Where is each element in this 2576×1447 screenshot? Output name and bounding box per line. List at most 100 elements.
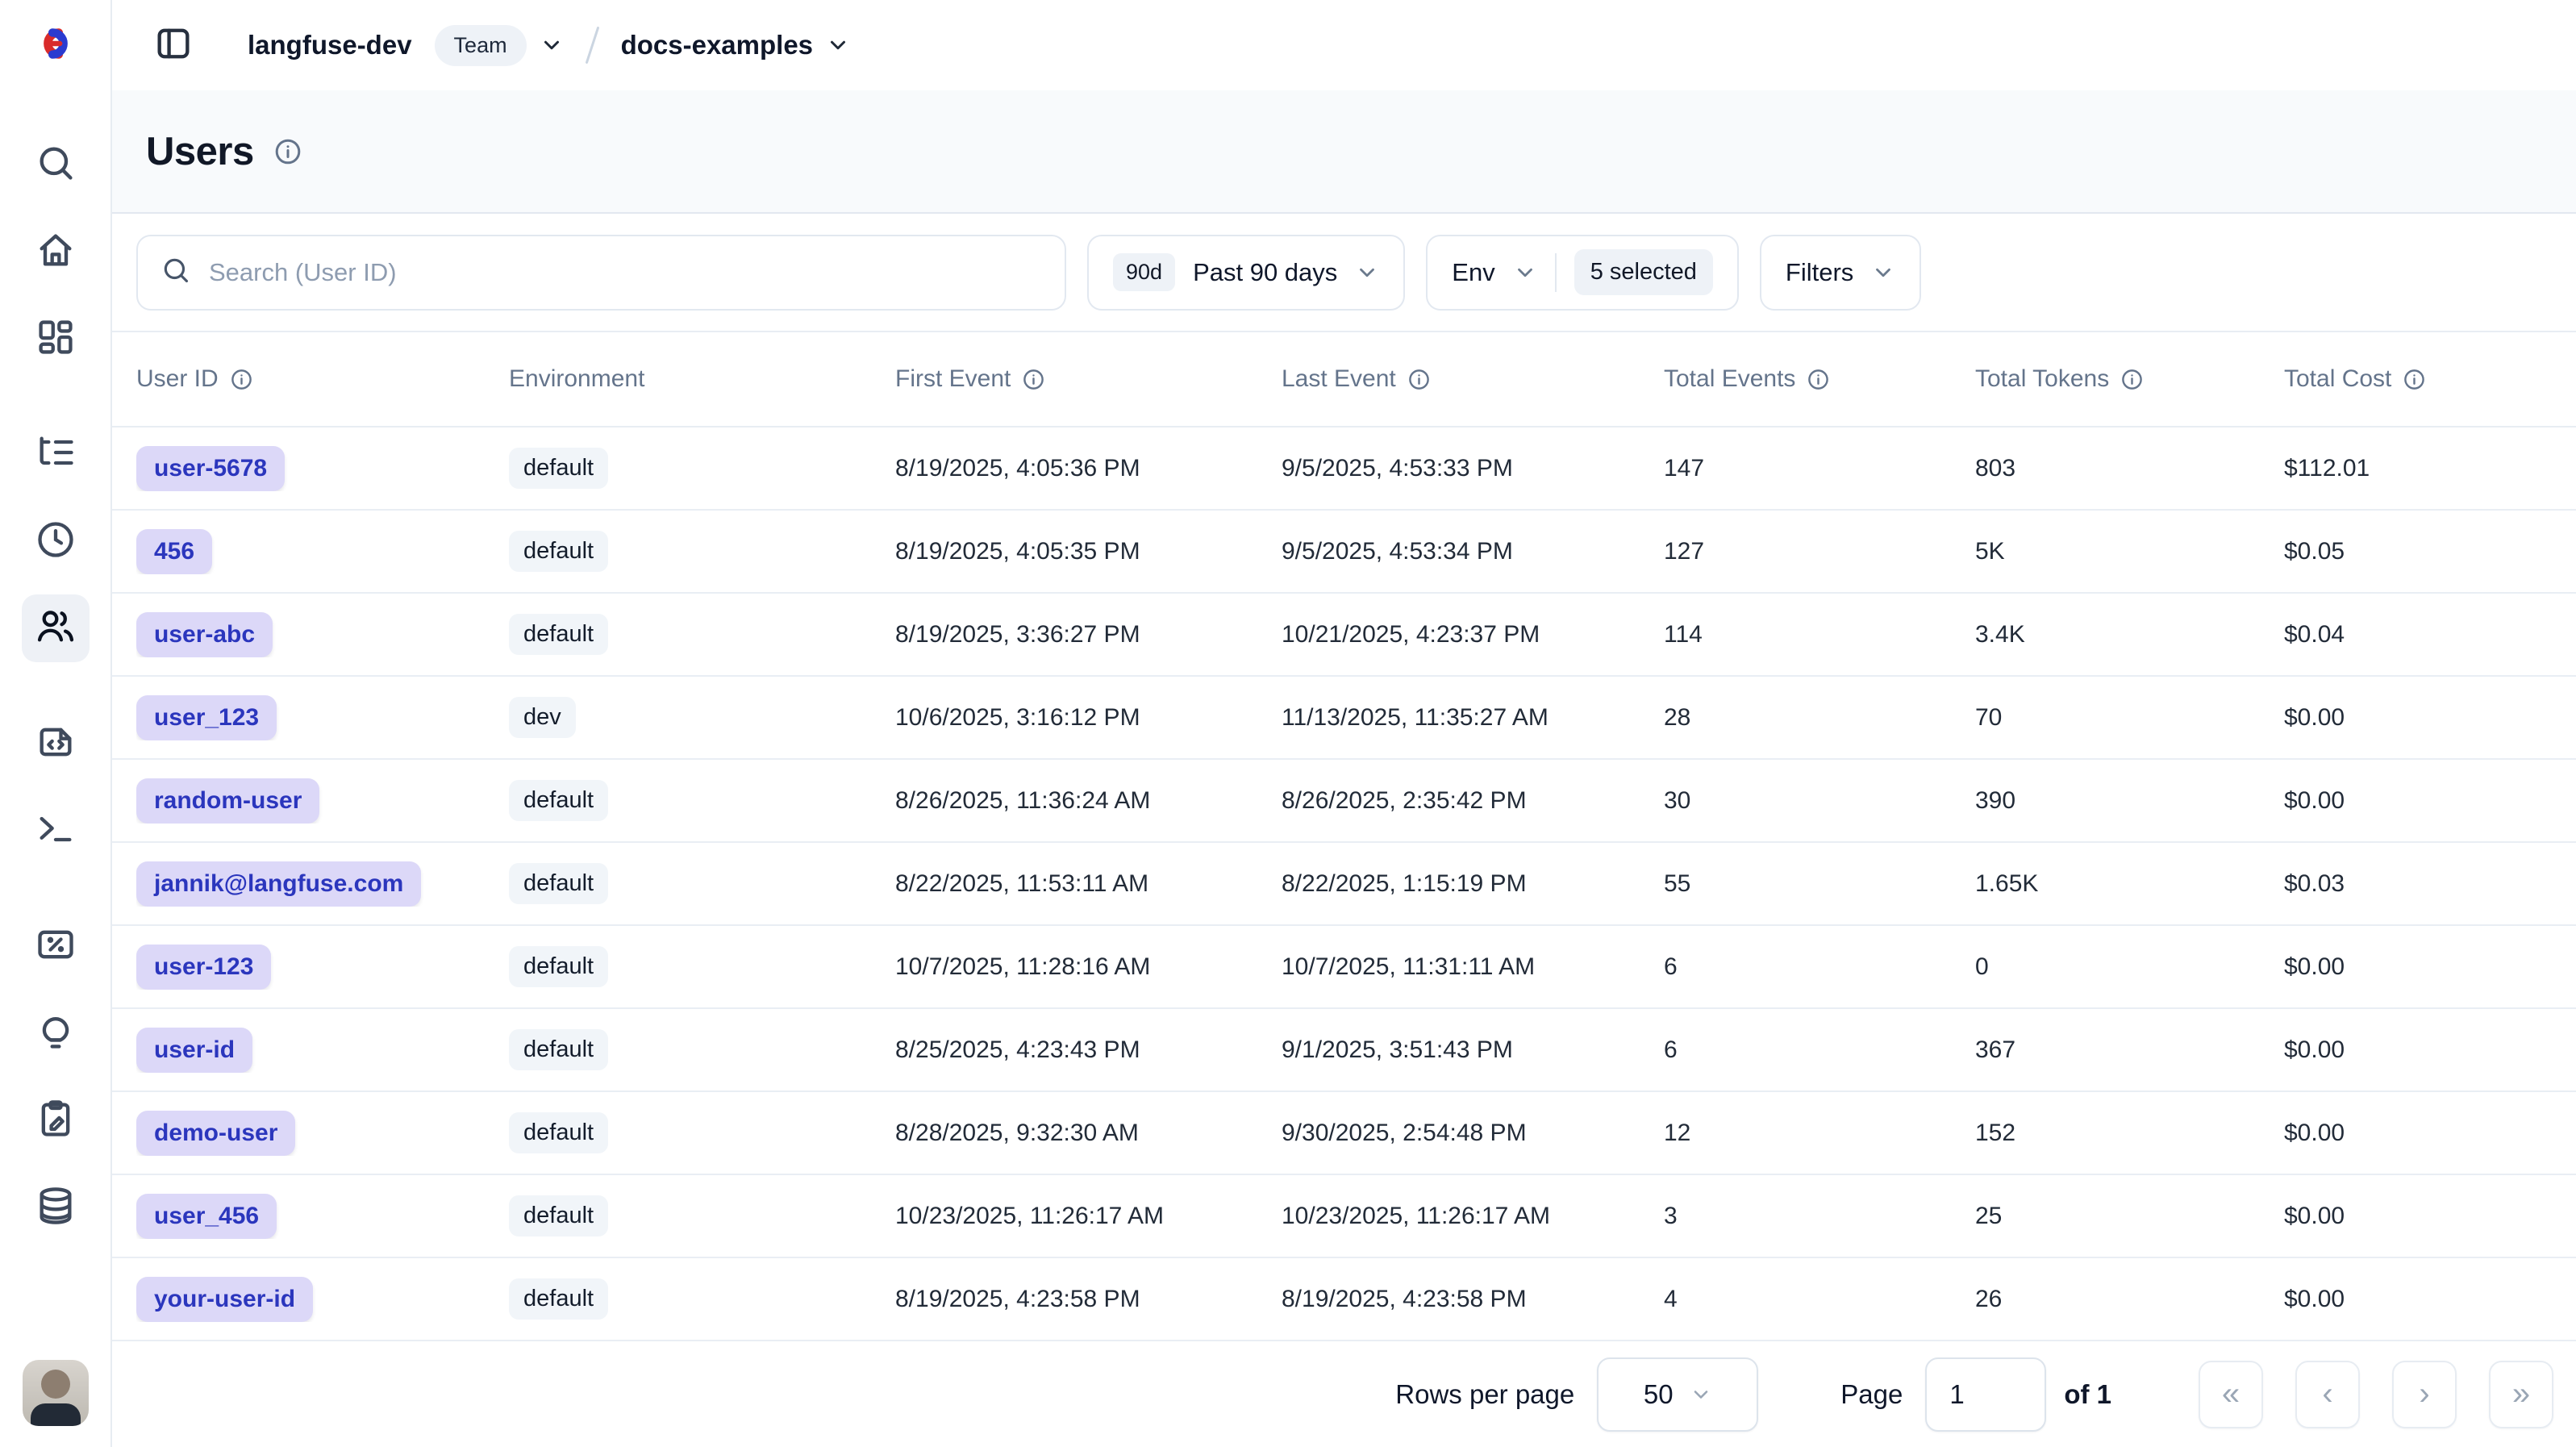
info-icon[interactable] <box>230 368 253 391</box>
info-icon[interactable] <box>2403 368 2426 391</box>
last-event-cell: 8/22/2025, 1:15:19 PM <box>1282 870 1664 898</box>
info-icon[interactable] <box>2120 368 2144 391</box>
user-id-badge[interactable]: user-5678 <box>136 446 285 491</box>
filters-button[interactable]: Filters <box>1760 235 1921 311</box>
sidebar-item-dashboards[interactable] <box>22 305 90 373</box>
org-name[interactable]: langfuse-dev <box>248 30 412 60</box>
langfuse-logo-icon <box>31 19 81 73</box>
chevron-down-icon <box>1690 1383 1712 1406</box>
total-tokens-cell: 1.65K <box>1975 870 2284 898</box>
sidebar <box>0 0 112 1447</box>
rows-per-page-select[interactable]: 50 <box>1597 1357 1758 1432</box>
user-id-badge[interactable]: random-user <box>136 778 319 824</box>
next-page-button[interactable]: › <box>2392 1361 2457 1428</box>
column-header-environment: Environment <box>509 365 895 393</box>
environment-cell: default <box>509 448 895 489</box>
table-row[interactable]: demo-user default 8/28/2025, 9:32:30 AM … <box>112 1092 2576 1175</box>
langfuse-logo[interactable] <box>0 0 110 90</box>
sidebar-item-annotation[interactable] <box>22 1086 90 1154</box>
total-tokens-cell: 5K <box>1975 538 2284 565</box>
table-row[interactable]: 456 default 8/19/2025, 4:05:35 PM 9/5/20… <box>112 511 2576 594</box>
user-id-badge[interactable]: user-abc <box>136 612 273 657</box>
table-row[interactable]: user-123 default 10/7/2025, 11:28:16 AM … <box>112 926 2576 1009</box>
environment-badge: default <box>509 614 608 655</box>
environment-cell: default <box>509 863 895 904</box>
table-row[interactable]: user-id default 8/25/2025, 4:23:43 PM 9/… <box>112 1009 2576 1092</box>
environment-badge: default <box>509 1195 608 1236</box>
user-id-cell: 456 <box>136 529 509 574</box>
user-avatar[interactable] <box>23 1360 89 1426</box>
sidebar-item-home[interactable] <box>22 218 90 286</box>
date-range-badge: 90d <box>1113 253 1175 291</box>
sidebar-item-search[interactable] <box>22 131 90 198</box>
page-title-info-icon[interactable] <box>273 137 302 166</box>
project-chevron-down-icon[interactable] <box>826 33 850 57</box>
first-event-cell: 10/6/2025, 3:16:12 PM <box>895 704 1282 732</box>
table-row[interactable]: your-user-id default 8/19/2025, 4:23:58 … <box>112 1258 2576 1341</box>
user-id-cell: user-5678 <box>136 446 509 491</box>
sidebar-item-sessions[interactable] <box>22 507 90 575</box>
first-event-cell: 8/19/2025, 4:05:35 PM <box>895 538 1282 565</box>
sidebar-item-prompts[interactable] <box>22 710 90 778</box>
info-icon[interactable] <box>1022 368 1045 391</box>
user-id-cell: jannik@langfuse.com <box>136 861 509 907</box>
environment-badge: default <box>509 1029 608 1070</box>
total-events-cell: 4 <box>1664 1286 1975 1313</box>
total-cost-cell: $0.04 <box>2284 621 2576 648</box>
previous-page-button[interactable]: ‹ <box>2295 1361 2360 1428</box>
last-event-cell: 10/21/2025, 4:23:37 PM <box>1282 621 1664 648</box>
pager-buttons: « ‹ › » <box>2199 1361 2553 1428</box>
sidebar-item-insights[interactable] <box>22 999 90 1067</box>
sidebar-item-evaluation[interactable] <box>22 912 90 980</box>
user-id-badge[interactable]: demo-user <box>136 1111 295 1156</box>
table-row[interactable]: jannik@langfuse.com default 8/22/2025, 1… <box>112 843 2576 926</box>
sidebar-item-datasets[interactable] <box>22 1174 90 1241</box>
first-page-button[interactable]: « <box>2199 1361 2263 1428</box>
page-number-input[interactable] <box>1925 1357 2046 1432</box>
table-row[interactable]: user_123 dev 10/6/2025, 3:16:12 PM 11/13… <box>112 677 2576 760</box>
users-icon <box>35 606 77 652</box>
user-id-badge[interactable]: your-user-id <box>136 1277 313 1322</box>
last-page-button[interactable]: » <box>2489 1361 2553 1428</box>
date-range-button[interactable]: 90d Past 90 days <box>1087 235 1405 311</box>
sidebar-toggle-button[interactable] <box>152 23 194 69</box>
last-event-cell: 9/5/2025, 4:53:33 PM <box>1282 455 1664 482</box>
user-id-cell: user-id <box>136 1028 509 1073</box>
env-selected-badge: 5 selected <box>1574 249 1713 295</box>
last-event-cell: 9/1/2025, 3:51:43 PM <box>1282 1036 1664 1064</box>
environment-badge: default <box>509 448 608 489</box>
column-label: First Event <box>895 365 1011 393</box>
user-id-badge[interactable]: user_123 <box>136 695 277 740</box>
total-events-cell: 28 <box>1664 704 1975 732</box>
user-id-cell: user-abc <box>136 612 509 657</box>
user-id-badge[interactable]: user-123 <box>136 945 271 990</box>
app-window: langfuse-dev Team docs-examples Users <box>0 0 2576 1447</box>
project-name[interactable]: docs-examples <box>621 30 813 60</box>
user-id-badge[interactable]: 456 <box>136 529 212 574</box>
table-row[interactable]: user-5678 default 8/19/2025, 4:05:36 PM … <box>112 427 2576 511</box>
database-icon <box>35 1185 77 1231</box>
page-label: Page <box>1840 1379 1903 1410</box>
environment-cell: default <box>509 1278 895 1320</box>
sidebar-item-tracing[interactable] <box>22 420 90 488</box>
org-chevron-down-icon[interactable] <box>540 33 564 57</box>
table-row[interactable]: user_456 default 10/23/2025, 11:26:17 AM… <box>112 1175 2576 1258</box>
user-id-cell: user_123 <box>136 695 509 740</box>
info-icon[interactable] <box>1807 368 1830 391</box>
user-id-badge[interactable]: user_456 <box>136 1194 277 1239</box>
info-icon[interactable] <box>1407 368 1431 391</box>
search-input[interactable] <box>209 258 1042 287</box>
total-cost-cell: $0.00 <box>2284 1036 2576 1064</box>
table-row[interactable]: user-abc default 8/19/2025, 3:36:27 PM 1… <box>112 594 2576 677</box>
sidebar-item-users[interactable] <box>22 594 90 662</box>
total-tokens-cell: 803 <box>1975 455 2284 482</box>
sidebar-item-playground[interactable] <box>22 797 90 865</box>
column-label: User ID <box>136 365 219 393</box>
filter-toolbar: 90d Past 90 days Env 5 selected Filters <box>112 214 2576 332</box>
page-title: Users <box>146 129 254 174</box>
table-row[interactable]: random-user default 8/26/2025, 11:36:24 … <box>112 760 2576 843</box>
user-id-badge[interactable]: jannik@langfuse.com <box>136 861 421 907</box>
environment-filter-button[interactable]: Env 5 selected <box>1426 235 1739 311</box>
user-id-badge[interactable]: user-id <box>136 1028 252 1073</box>
first-event-cell: 8/28/2025, 9:32:30 AM <box>895 1120 1282 1147</box>
